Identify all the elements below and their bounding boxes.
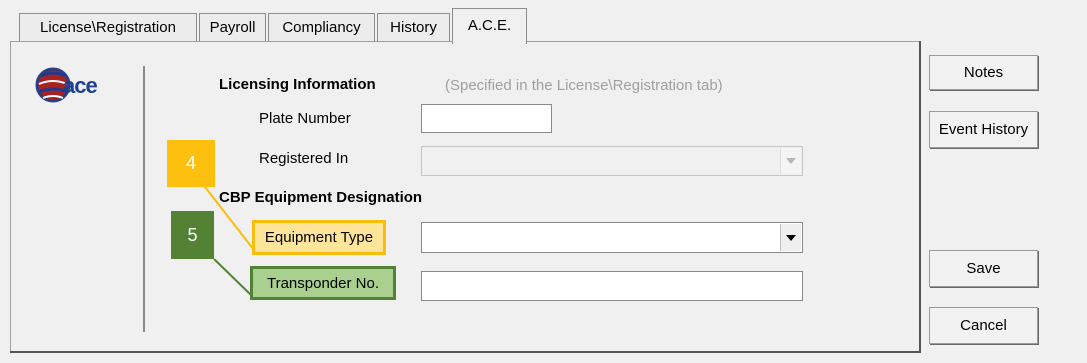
tab-ace[interactable]: A.C.E. (452, 8, 527, 44)
event-history-button[interactable]: Event History (929, 111, 1038, 148)
callout-5-badge: 5 (171, 211, 214, 259)
notes-button[interactable]: Notes (929, 55, 1038, 90)
callout-5-leader (213, 258, 252, 296)
cancel-button[interactable]: Cancel (929, 307, 1038, 344)
callout-leader-lines (204, 186, 255, 296)
callout-4-badge: 4 (167, 140, 215, 187)
save-button[interactable]: Save (929, 250, 1038, 287)
